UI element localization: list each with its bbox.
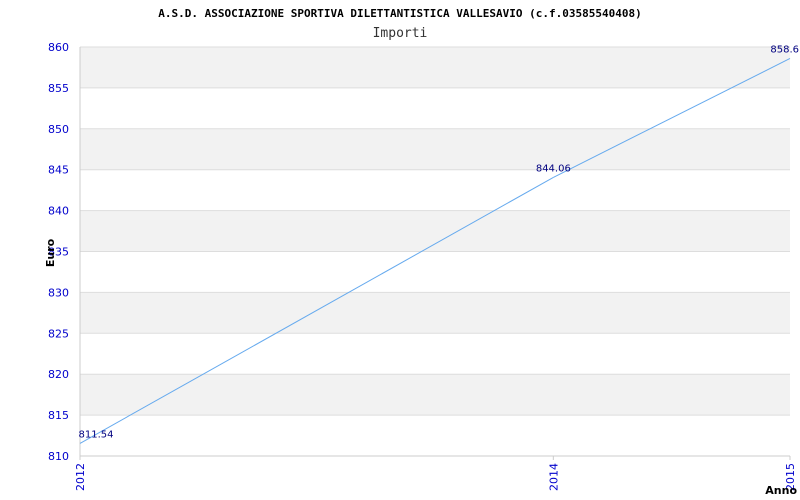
plot-band <box>80 292 790 334</box>
y-tick-label: 820 <box>48 368 69 381</box>
data-label: 844.06 <box>536 163 571 174</box>
plot-band <box>80 210 790 252</box>
y-tick-label: 845 <box>48 164 69 177</box>
plot-band <box>80 128 790 170</box>
y-tick-label: 825 <box>48 327 69 340</box>
chart-subtitle: Importi <box>373 26 428 41</box>
plot-band <box>80 47 790 88</box>
data-label: 811.54 <box>79 429 114 440</box>
y-tick-label: 815 <box>48 409 69 422</box>
y-tick-label: 855 <box>48 82 69 95</box>
y-tick-label: 840 <box>48 205 69 218</box>
plot-band <box>80 415 790 456</box>
plot-band <box>80 169 790 211</box>
plot-band <box>80 374 790 416</box>
data-label: 858.6 <box>770 44 799 55</box>
line-chart: A.S.D. ASSOCIAZIONE SPORTIVA DILETTANTIS… <box>44 7 799 497</box>
y-tick-label: 810 <box>48 450 69 463</box>
y-axis-title: Euro <box>44 238 57 267</box>
y-tick-label: 830 <box>48 286 69 299</box>
y-tick-label: 850 <box>48 123 69 136</box>
x-tick-label: 2012 <box>74 463 87 491</box>
x-axis-title: Anno <box>765 484 797 497</box>
y-tick-label: 860 <box>48 41 69 54</box>
x-axis-ticks: 2012 2014 2015 <box>74 456 797 491</box>
chart-title: A.S.D. ASSOCIAZIONE SPORTIVA DILETTANTIS… <box>158 7 641 20</box>
plot-band <box>80 87 790 129</box>
x-tick-label: 2014 <box>547 463 560 491</box>
plot-band <box>80 251 790 293</box>
plot-band <box>80 333 790 375</box>
